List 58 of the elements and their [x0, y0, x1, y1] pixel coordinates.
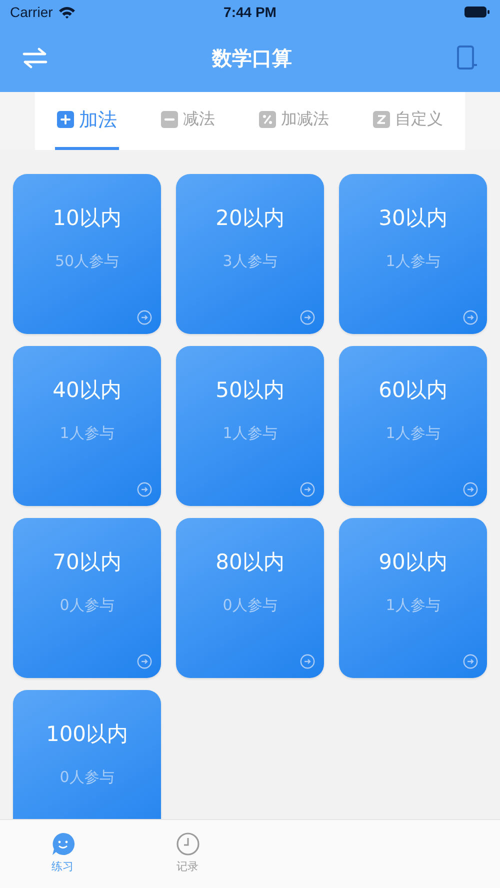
level-card[interactable]: 50以内 1人参与: [176, 346, 324, 506]
wifi-icon: [58, 6, 76, 18]
card-title: 60以内: [378, 377, 448, 404]
bottom-tab[interactable]: 练习: [0, 820, 125, 888]
carrier-label: Carrier: [10, 4, 53, 20]
card-title: 40以内: [52, 377, 122, 404]
card-title: 30以内: [378, 205, 448, 232]
arrow-circle-icon: [137, 482, 152, 497]
participant-count: 1人参与: [60, 424, 114, 443]
participant-count: 1人参与: [386, 252, 440, 271]
level-card[interactable]: 20以内 3人参与: [176, 174, 324, 334]
tab-icon: [57, 111, 74, 128]
arrow-circle-icon: [137, 654, 152, 669]
card-title: 80以内: [216, 549, 284, 576]
participant-count: 1人参与: [222, 424, 278, 443]
level-card[interactable]: 60以内 1人参与: [339, 346, 487, 506]
level-card[interactable]: 100以内 0人参与: [13, 690, 161, 819]
chat-bubble-icon: [50, 832, 74, 856]
participant-count: 0人参与: [60, 596, 114, 615]
tab-icon: [161, 111, 178, 128]
participant-count: 1人参与: [386, 424, 440, 443]
card-title: 10以内: [52, 205, 122, 232]
card-title: 20以内: [216, 205, 284, 232]
category-tab[interactable]: 加减法: [257, 92, 331, 150]
bottom-tab[interactable]: 记录: [125, 820, 250, 888]
arrow-circle-icon: [300, 654, 315, 669]
category-tab[interactable]: 减法: [159, 92, 217, 150]
participant-count: 1人参与: [386, 596, 440, 615]
tab-icon: [259, 111, 276, 128]
participant-count: 3人参与: [222, 252, 278, 271]
arrow-circle-icon: [463, 482, 478, 497]
swap-icon[interactable]: [22, 47, 48, 69]
participant-count: 0人参与: [222, 596, 278, 615]
level-card[interactable]: 80以内 0人参与: [176, 518, 324, 678]
clock-icon: [176, 832, 200, 856]
level-card[interactable]: 90以内 1人参与: [339, 518, 487, 678]
phone-icon[interactable]: [456, 45, 478, 71]
level-card[interactable]: 30以内 1人参与: [339, 174, 487, 334]
level-card[interactable]: 10以内 50人参与: [13, 174, 161, 334]
participant-count: 50人参与: [54, 252, 120, 271]
battery-icon: [464, 6, 490, 18]
page-title: 数学口算: [212, 44, 292, 72]
card-title: 70以内: [52, 549, 122, 576]
level-card[interactable]: 40以内 1人参与: [13, 346, 161, 506]
card-title: 100以内: [46, 721, 128, 748]
arrow-circle-icon: [463, 654, 478, 669]
card-title: 90以内: [378, 549, 448, 576]
card-title: 50以内: [216, 377, 284, 404]
arrow-circle-icon: [300, 482, 315, 497]
level-card[interactable]: 70以内 0人参与: [13, 518, 161, 678]
arrow-circle-icon: [463, 310, 478, 325]
category-tab[interactable]: 自定义: [371, 92, 445, 150]
participant-count: 0人参与: [60, 768, 114, 787]
category-tab[interactable]: 加法: [55, 92, 119, 150]
tab-icon: [373, 111, 390, 128]
arrow-circle-icon: [300, 310, 315, 325]
status-time: 7:44 PM: [222, 4, 278, 20]
arrow-circle-icon: [137, 310, 152, 325]
